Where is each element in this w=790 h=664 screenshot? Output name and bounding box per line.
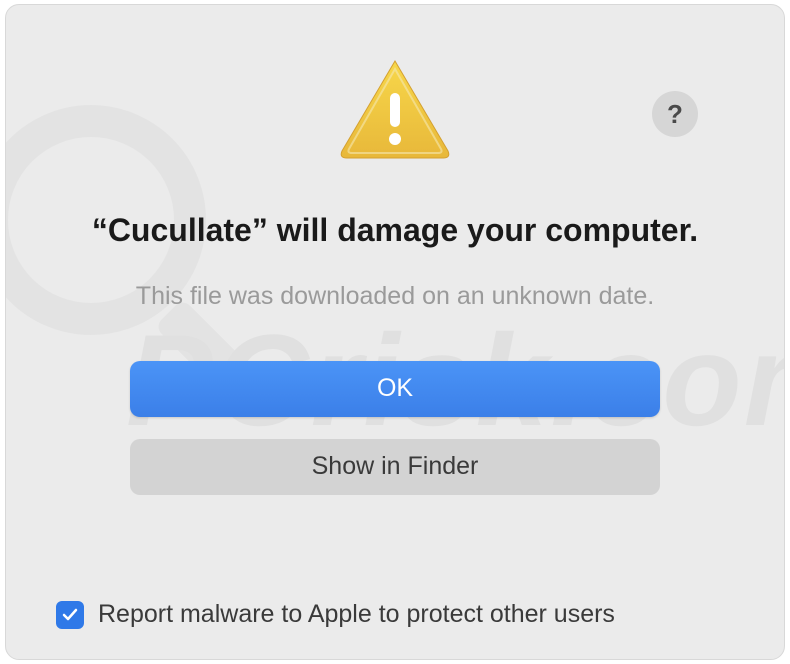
show-in-finder-button[interactable]: Show in Finder	[130, 439, 660, 495]
help-button[interactable]: ?	[652, 91, 698, 137]
dialog-subtitle: This file was downloaded on an unknown d…	[136, 282, 654, 311]
report-malware-label: Report malware to Apple to protect other…	[98, 600, 615, 629]
report-malware-checkbox[interactable]	[56, 601, 84, 629]
checkmark-icon	[60, 605, 80, 625]
ok-button[interactable]: OK	[130, 361, 660, 417]
malware-warning-dialog: PCrisk.com ? “Cucullate” will damag	[5, 4, 785, 660]
warning-icon	[335, 55, 455, 170]
dialog-title: “Cucullate” will damage your computer.	[92, 210, 698, 252]
help-icon: ?	[667, 99, 683, 130]
report-malware-row: Report malware to Apple to protect other…	[56, 600, 615, 629]
button-container: OK Show in Finder	[130, 361, 660, 495]
